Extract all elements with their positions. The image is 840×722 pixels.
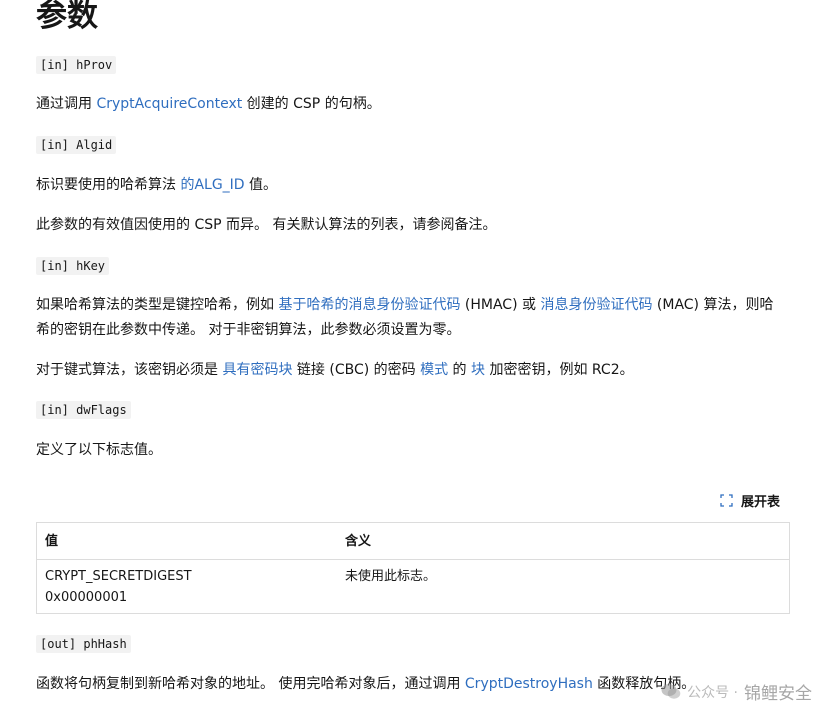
watermark: 公众号 · 锦鲤安全 bbox=[661, 679, 812, 704]
link-hmac[interactable]: 基于哈希的消息身份验证代码 bbox=[278, 297, 460, 313]
table-header bbox=[37, 523, 789, 560]
link-block[interactable]: 块 bbox=[471, 362, 485, 378]
page-title: 参数 bbox=[36, 0, 98, 34]
watermark-name: 锦鲤安全 bbox=[744, 684, 812, 704]
link-mac[interactable]: 消息身份验证代码 bbox=[540, 297, 652, 313]
link-cryptdestroyhash[interactable]: CryptDestroyHash bbox=[465, 676, 593, 692]
desc-hkey-cbc: 对于键式算法，该密钥必须是 具有密码块 链接 (CBC) 的密码 模式 的 块 … bbox=[36, 358, 776, 383]
desc-algid-note: 此参数的有效值因使用的 CSP 而异。 有关默认算法的列表，请参阅备注。 bbox=[36, 217, 497, 233]
desc-dwflags: 定义了以下标志值。 bbox=[36, 442, 162, 458]
link-block-cipher[interactable]: 具有密码块 bbox=[222, 362, 292, 378]
link-mode[interactable]: 模式 bbox=[420, 362, 448, 378]
link-alg-id[interactable]: 的ALG_ID bbox=[180, 177, 244, 193]
expand-table-label: 展开表 bbox=[740, 495, 780, 510]
text: 加密密钥，例如 RC2。 bbox=[485, 362, 634, 378]
text: 对于键式算法，该密钥必须是 bbox=[36, 362, 223, 378]
watermark-prefix: 公众号 · bbox=[687, 684, 738, 701]
flags-table: 值 含义 CRYPT_SECRETDIGEST 0x00000001 未使用此标… bbox=[36, 522, 790, 614]
desc-hkey: 如果哈希算法的类型是键控哈希，例如 基于哈希的消息身份验证代码 (HMAC) 或… bbox=[36, 293, 776, 343]
flag-meaning: 未使用此标志。 bbox=[345, 569, 437, 584]
text: (HMAC) 或 bbox=[460, 297, 541, 313]
link-cryptacquirecontext[interactable]: CryptAcquireContext bbox=[96, 96, 242, 112]
table-header-meaning: 含义 bbox=[345, 534, 372, 549]
flag-value: 0x00000001 bbox=[45, 590, 128, 605]
text: 值。 bbox=[244, 177, 278, 193]
flag-name: CRYPT_SECRETDIGEST bbox=[45, 569, 192, 584]
text: 的 bbox=[448, 362, 471, 378]
expand-icon bbox=[720, 494, 733, 507]
text: 如果哈希算法的类型是键控哈希，例如 bbox=[36, 297, 279, 313]
desc-algid: 标识要使用的哈希算法 的ALG_ID 值。 bbox=[36, 173, 776, 198]
param-algid: [in] Algid bbox=[36, 136, 117, 154]
param-hprov: [in] hProv bbox=[36, 56, 117, 74]
param-hkey: [in] hKey bbox=[36, 257, 110, 275]
text: 创建的 CSP 的句柄。 bbox=[242, 96, 381, 112]
text: 标识要使用的哈希算法 bbox=[36, 177, 181, 193]
text: 通过调用 bbox=[36, 96, 97, 112]
expand-table-button[interactable]: 展开表 bbox=[720, 491, 780, 510]
param-phhash: [out] phHash bbox=[36, 635, 131, 653]
desc-hprov: 通过调用 CryptAcquireContext 创建的 CSP 的句柄。 bbox=[36, 92, 776, 117]
text: 链接 (CBC) 的密码 bbox=[292, 362, 421, 378]
wechat-icon bbox=[661, 684, 681, 699]
text: 函数将句柄复制到新哈希对象的地址。 使用完哈希对象后，通过调用 bbox=[36, 676, 465, 692]
table-header-value: 值 bbox=[45, 534, 59, 549]
param-dwflags: [in] dwFlags bbox=[36, 401, 131, 419]
